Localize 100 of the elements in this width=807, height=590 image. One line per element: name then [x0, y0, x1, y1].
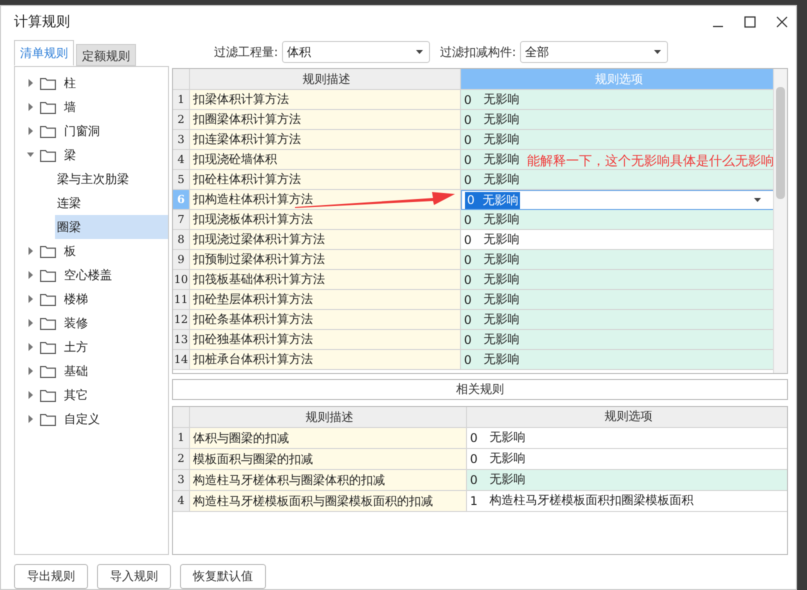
table-cell: 扣现浇砼墙体积 — [190, 150, 461, 170]
row-number: 14 — [173, 350, 190, 370]
tree-label[interactable]: 装修 — [64, 314, 88, 332]
tab[interactable]: 定额规则 — [76, 44, 136, 66]
folder-icon — [40, 388, 56, 402]
caret-icon[interactable] — [754, 198, 761, 202]
action-button[interactable]: 恢复默认值 — [180, 564, 266, 589]
tree-item[interactable]: 连梁 — [15, 191, 168, 215]
filter-dropdown[interactable]: 全部 — [520, 41, 668, 63]
tree-item[interactable]: 楼梯 — [15, 287, 168, 311]
table-cell: 扣现浇板体积计算方法 — [190, 210, 461, 230]
related-rules-button[interactable]: 相关规则 — [172, 378, 788, 400]
row-number: 5 — [173, 170, 190, 190]
row-number: 7 — [173, 210, 190, 230]
tree-label[interactable]: 柱 — [64, 74, 76, 92]
tree-item[interactable]: 圈梁 — [55, 215, 168, 239]
tree-item[interactable]: 土方 — [15, 335, 168, 359]
tree-label[interactable]: 门窗洞 — [64, 122, 100, 140]
column-header: 规则选项 — [467, 406, 787, 428]
expand-arrow-icon[interactable] — [27, 391, 34, 399]
tree-item[interactable]: 柱 — [15, 71, 168, 95]
tree-label[interactable]: 墙 — [64, 98, 76, 116]
table-cell: 0 无影响 — [461, 290, 774, 310]
row-number: 4 — [173, 150, 190, 170]
close-icon[interactable] — [776, 16, 788, 28]
table-cell: 0 无影响 — [461, 230, 774, 250]
tree-item[interactable]: 空心楼盖 — [15, 263, 168, 287]
collapse-arrow-icon[interactable] — [27, 151, 34, 159]
table-cell: 0 无影响 — [461, 210, 774, 230]
scrollbar[interactable] — [773, 69, 787, 373]
expand-arrow-icon[interactable] — [27, 319, 34, 327]
row-number: 4 — [173, 490, 190, 512]
filter-label: 过滤扣减构件: — [440, 44, 516, 60]
folder-icon — [40, 244, 56, 258]
row-number: 13 — [173, 330, 190, 350]
filter-label: 过滤工程量: — [214, 44, 278, 60]
tree-item[interactable]: 板 — [15, 239, 168, 263]
table-cell: 0 无影响 — [461, 170, 774, 190]
expand-arrow-icon[interactable] — [27, 127, 34, 135]
tree-item[interactable]: 装修 — [15, 311, 168, 335]
tree-item[interactable]: 其它 — [15, 383, 168, 407]
action-button[interactable]: 导入规则 — [97, 564, 171, 589]
tree-item[interactable]: 梁与主次肋梁 — [15, 167, 168, 191]
folder-icon — [40, 364, 56, 378]
header-corner — [173, 69, 190, 90]
table-cell: 扣连梁体积计算方法 — [190, 130, 461, 150]
tree-label[interactable]: 其它 — [64, 386, 88, 404]
table-cell: 0 无影响 — [461, 310, 774, 330]
filter-dropdown[interactable]: 体积 — [282, 41, 430, 63]
table-cell: 构造柱马牙槎体积与圈梁体积的扣减 — [190, 470, 467, 491]
expand-arrow-icon[interactable] — [27, 367, 34, 375]
table-cell: 0 无影响 — [467, 428, 787, 449]
folder-icon — [40, 340, 56, 354]
folder-icon — [40, 124, 56, 138]
row-number: 11 — [173, 290, 190, 310]
maximize-icon[interactable] — [744, 16, 756, 28]
tree-label[interactable]: 楼梯 — [64, 290, 88, 308]
table-cell: 0 无影响 — [461, 270, 774, 290]
tree-item[interactable]: 自定义 — [15, 407, 168, 431]
table-cell: 构造柱马牙槎模板面积与圈梁模板面积的扣减 — [190, 490, 467, 512]
table-cell: 0 无影响 — [461, 350, 774, 370]
tree-item[interactable]: 梁 — [15, 143, 168, 167]
header-corner — [173, 406, 190, 428]
tree-label[interactable]: 自定义 — [64, 410, 100, 428]
expand-arrow-icon[interactable] — [27, 79, 34, 87]
table-cell: 扣预制过梁体积计算方法 — [190, 250, 461, 270]
table-cell: 0 无影响 — [461, 130, 774, 150]
table-cell: 扣现浇过梁体积计算方法 — [190, 230, 461, 250]
row-number: 3 — [173, 130, 190, 150]
tree-label[interactable]: 土方 — [64, 338, 88, 356]
folder-icon — [40, 316, 56, 330]
expand-arrow-icon[interactable] — [27, 103, 34, 111]
option-dropdown[interactable]: 0 无影响 — [461, 190, 774, 210]
tree-label[interactable]: 空心楼盖 — [64, 266, 112, 284]
table-cell: 模板面积与圈梁的扣减 — [190, 448, 467, 470]
table-cell: 扣砼独基体积计算方法 — [190, 330, 461, 350]
caret-icon[interactable] — [654, 50, 662, 54]
folder-icon — [40, 100, 56, 114]
table-cell: 1 构造柱马牙槎模板面积扣圈梁模板面积 — [467, 490, 787, 512]
tree-label[interactable]: 基础 — [64, 362, 88, 380]
table-cell: 0 无影响 — [467, 470, 787, 491]
tree-item[interactable]: 墙 — [15, 95, 168, 119]
tree-item[interactable]: 门窗洞 — [15, 119, 168, 143]
tree-label[interactable]: 梁 — [64, 146, 76, 164]
expand-arrow-icon[interactable] — [27, 247, 34, 255]
row-number: 9 — [173, 250, 190, 270]
expand-arrow-icon[interactable] — [27, 415, 34, 423]
tree-label[interactable]: 板 — [64, 242, 76, 260]
expand-arrow-icon[interactable] — [27, 271, 34, 279]
row-number: 2 — [173, 110, 190, 130]
table-cell: 0 无影响 — [461, 110, 774, 130]
caret-icon[interactable] — [416, 50, 424, 54]
tab[interactable]: 清单规则 — [14, 40, 74, 66]
row-number: 1 — [173, 90, 190, 110]
table-cell: 0 无影响 — [467, 448, 787, 470]
row-number: 10 — [173, 270, 190, 290]
expand-arrow-icon[interactable] — [27, 295, 34, 303]
tree-item[interactable]: 基础 — [15, 359, 168, 383]
expand-arrow-icon[interactable] — [27, 343, 34, 351]
action-button[interactable]: 导出规则 — [14, 564, 88, 589]
